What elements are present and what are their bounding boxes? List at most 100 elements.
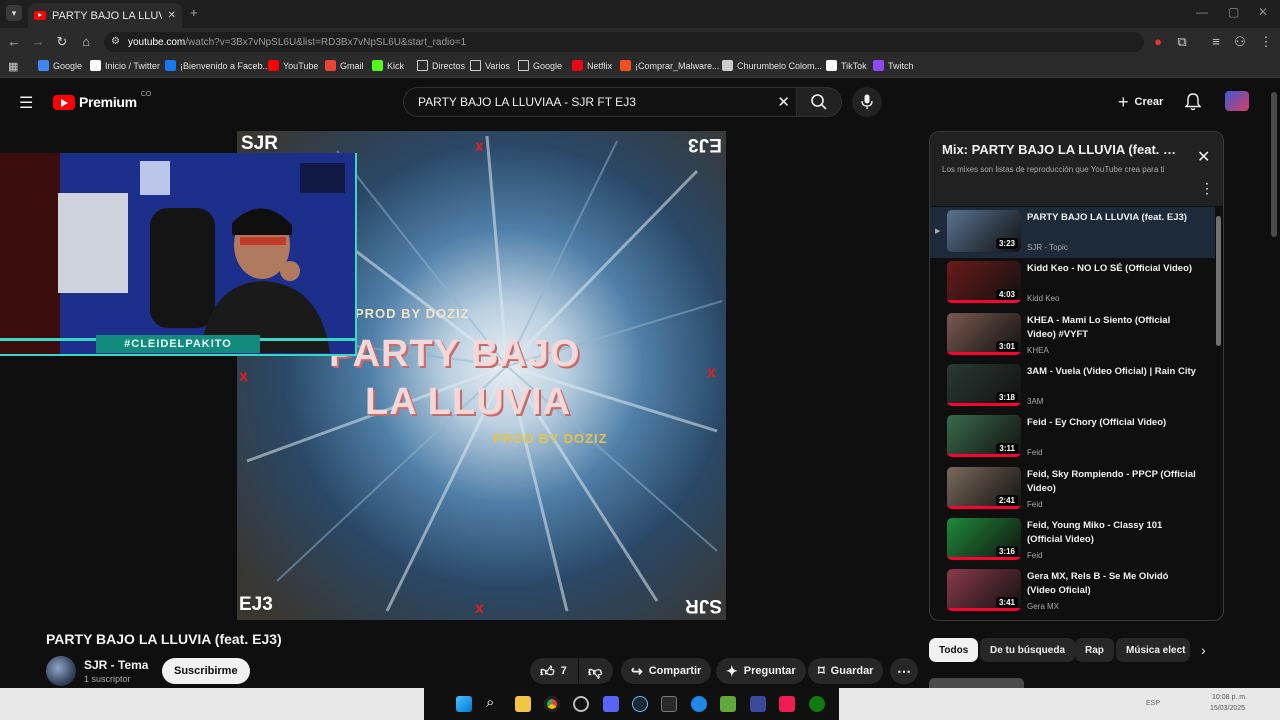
playlist-scrollbar[interactable] — [1216, 216, 1221, 346]
video-thumbnail[interactable]: 3:23 — [947, 210, 1021, 252]
playlist-item[interactable]: 3:18 3AM - Vuela (Video Oficial) | Rain C… — [930, 361, 1215, 412]
playlist-menu-icon[interactable]: ⋮ — [1200, 180, 1214, 197]
bookmark-item[interactable]: ¡Comprar_Malware... — [620, 60, 720, 71]
media-control-icon[interactable]: ≡ — [1208, 34, 1224, 50]
clear-search-icon[interactable]: ✕ — [777, 93, 790, 111]
close-playlist-icon[interactable]: ✕ — [1197, 147, 1210, 167]
youtube-logo[interactable]: Premium CO — [53, 91, 151, 110]
playlist-item[interactable]: 4:03 Kidd Keo - NO LO SÉ (Official Video)… — [930, 258, 1215, 309]
clock-date[interactable]: 15/03/2025 — [1210, 705, 1245, 712]
playlist-item[interactable]: 3:11 Feid - Ey Chory (Official Video) Feid — [930, 412, 1215, 463]
epic-games-icon[interactable] — [661, 696, 677, 712]
restore-icon[interactable]: ▢ — [1228, 5, 1239, 19]
bookmark-item[interactable]: Twitch — [873, 60, 914, 71]
playlist-item[interactable]: 3:01 KHEA - Mami Lo Siento (Official Vide… — [930, 310, 1215, 361]
bookmark-item[interactable]: Google — [518, 60, 562, 71]
playlist-item[interactable]: 3:16 Feid, Young Miko - Classy 101 (Offic… — [930, 515, 1215, 566]
home-icon[interactable]: ⌂ — [78, 34, 94, 50]
save-button[interactable]: ⌑ Guardar — [808, 658, 884, 684]
hamburger-menu-icon[interactable]: ☰ — [19, 93, 33, 113]
avatar[interactable] — [1225, 91, 1249, 111]
reload-icon[interactable]: ↻ — [54, 34, 70, 50]
search-query: PARTY BAJO LA LLUVIAA - SJR FT EJ3 — [418, 95, 636, 109]
filter-chip[interactable]: Todos — [929, 638, 979, 662]
video-thumbnail[interactable]: 3:01 — [947, 312, 1021, 355]
tab-search-icon[interactable]: ▾ — [6, 5, 22, 21]
app-icon-3[interactable] — [750, 696, 766, 712]
notifications-bell-icon[interactable] — [1185, 93, 1201, 111]
share-icon: ↪ — [631, 662, 643, 679]
bookmark-item[interactable]: Directos — [417, 60, 465, 71]
voice-search-button[interactable] — [852, 87, 882, 117]
bookmark-item[interactable]: Varios — [470, 60, 510, 71]
steam-icon[interactable] — [632, 696, 648, 712]
chrome-icon[interactable] — [544, 696, 560, 712]
video-thumbnail[interactable]: 3:16 — [947, 517, 1021, 560]
site-info-icon[interactable]: ⚙ — [111, 36, 120, 47]
create-button[interactable]: + Crear — [1108, 89, 1173, 115]
search-input[interactable]: PARTY BAJO LA LLUVIAA - SJR FT EJ3 ✕ — [403, 87, 796, 117]
bookmark-item[interactable]: Google — [38, 60, 82, 71]
playlist-item[interactable]: 2:41 Feid, Sky Rompiendo - PPCP (Official… — [930, 464, 1215, 515]
bookmark-label: ¡Bienvenido a Faceb... — [180, 60, 271, 71]
dislike-button[interactable]: 👎︎ — [579, 658, 613, 684]
url-path: /watch?v=3Bx7vNpSL6U&list=RD3Bx7vNpSL6U&… — [185, 36, 467, 48]
video-thumbnail[interactable]: 3:41 — [947, 569, 1021, 612]
bookmark-item[interactable]: Netflix — [572, 60, 612, 71]
share-button[interactable]: ↪ Compartir — [621, 658, 712, 684]
like-button[interactable]: 👍︎ 7 — [530, 658, 578, 684]
channel-name[interactable]: SJR - Tema — [84, 658, 148, 672]
bookmark-item[interactable]: Kick — [372, 60, 404, 71]
tiktok-app-icon[interactable] — [779, 696, 795, 712]
bookmark-item[interactable]: Inicio / Twitter — [90, 60, 160, 71]
close-tab-icon[interactable]: ✕ — [168, 10, 176, 21]
duration-badge: 2:41 — [995, 494, 1018, 506]
chrome-menu-icon[interactable]: ⋮ — [1258, 34, 1274, 50]
address-bar[interactable]: ⚙ youtube.com/watch?v=3Bx7vNpSL6U&list=R… — [104, 32, 1144, 52]
bookmark-item[interactable]: Gmail — [325, 60, 364, 71]
chips-next-icon[interactable]: › — [1201, 642, 1206, 658]
windows-start-icon[interactable] — [456, 696, 472, 712]
playlist-item-title: Feid, Sky Rompiendo - PPCP (Official Vid… — [1027, 468, 1196, 494]
window-close-icon[interactable]: ✕ — [1258, 5, 1268, 19]
extensions-icon[interactable]: ⧉ — [1174, 34, 1190, 50]
minimize-icon[interactable]: — — [1196, 5, 1208, 19]
new-tab-icon[interactable]: + — [190, 5, 198, 20]
video-thumbnail[interactable]: 4:03 — [947, 261, 1021, 304]
filter-chip[interactable]: Música elect — [1116, 638, 1190, 662]
minecraft-icon[interactable] — [720, 696, 736, 712]
bookmark-item[interactable]: Churumbelo Colom... — [722, 60, 822, 71]
clock-time[interactable]: 10:08 p. m. — [1212, 694, 1247, 701]
channel-avatar[interactable] — [46, 656, 76, 686]
browser-tab-active[interactable]: PARTY BAJO LA LLUVIA (feat. E ✕ — [28, 3, 182, 28]
subscribe-button[interactable]: Suscribirme — [162, 658, 250, 684]
app-icon-1[interactable] — [573, 696, 589, 712]
video-thumbnail[interactable]: 2:41 — [947, 466, 1021, 509]
ask-button[interactable]: ✦ Preguntar — [716, 658, 806, 684]
filter-chip[interactable]: Rap — [1075, 638, 1114, 662]
svg-text:x: x — [239, 368, 248, 385]
back-icon[interactable]: ← — [6, 34, 22, 50]
bookmark-item[interactable]: YouTube — [268, 60, 318, 71]
language-indicator[interactable]: ESP — [1146, 700, 1160, 707]
video-thumbnail[interactable]: 3:18 — [947, 363, 1021, 406]
profile-icon[interactable]: ⚇ — [1232, 34, 1248, 50]
discord-icon[interactable] — [603, 696, 619, 712]
playlist-item-current[interactable]: ▶ 3:23 PARTY BAJO LA LLUVIA (feat. EJ3) SJR… — [930, 207, 1215, 258]
playlist-title[interactable]: Mix: PARTY BAJO LA LLUVIA (feat. EJ3) — [942, 142, 1182, 157]
extension-red-icon[interactable]: ● — [1150, 34, 1166, 50]
more-actions-button[interactable]: ⋯ — [890, 658, 918, 684]
playlist-item[interactable]: 3:41 Gera MX, Rels B - Se Me Olvidó (Vide… — [930, 566, 1215, 617]
page-scrollbar[interactable] — [1271, 92, 1277, 237]
filter-chip[interactable]: De tu búsqueda — [980, 638, 1076, 662]
taskbar-search-icon[interactable]: ⌕ — [486, 694, 494, 711]
forward-icon[interactable]: → — [30, 34, 46, 50]
apps-grid-icon[interactable]: ▦ — [8, 60, 18, 73]
bookmark-item[interactable]: ¡Bienvenido a Faceb... — [165, 60, 270, 71]
video-thumbnail[interactable]: 3:11 — [947, 415, 1021, 458]
xbox-icon[interactable] — [809, 696, 825, 712]
search-button[interactable] — [796, 87, 842, 117]
file-explorer-icon[interactable] — [515, 696, 531, 712]
app-icon-2[interactable] — [691, 696, 707, 712]
bookmark-item[interactable]: TikTok — [826, 60, 867, 71]
